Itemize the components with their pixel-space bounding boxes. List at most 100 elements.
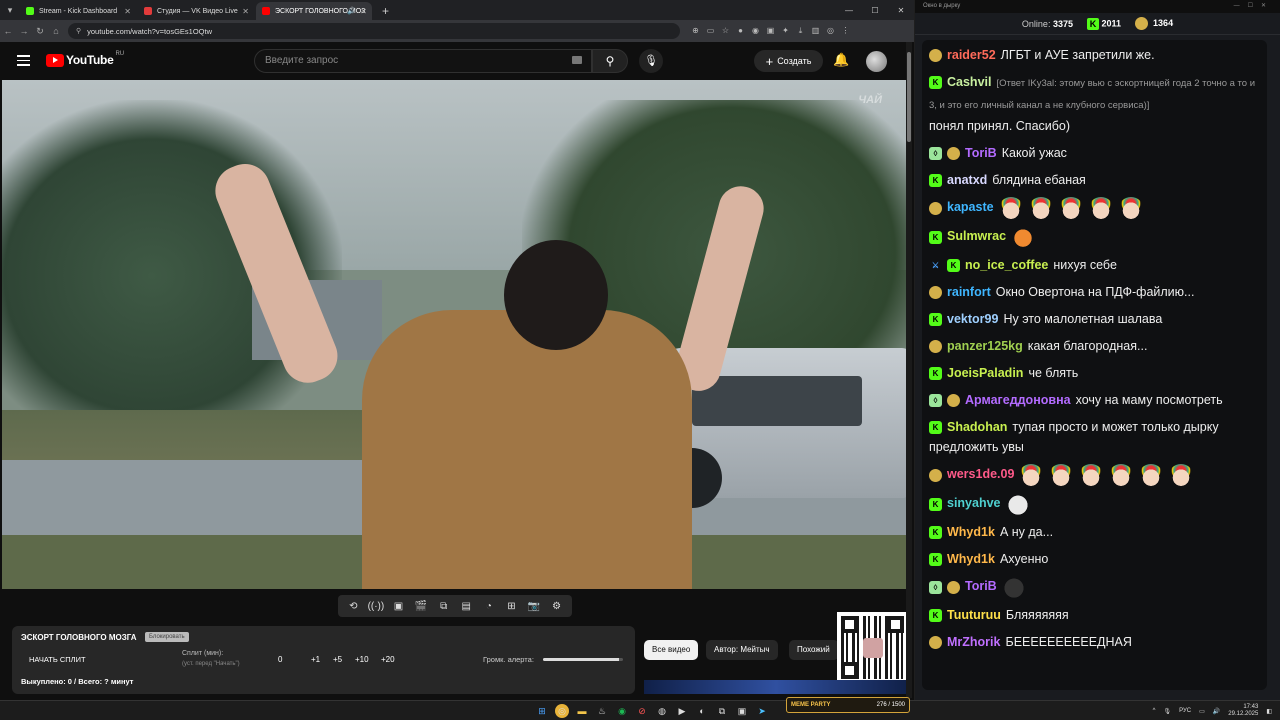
chat-messages[interactable]: raider52 ЛГБТ и АУЕ запретили же. K Cashvil… xyxy=(922,40,1267,690)
block-button[interactable]: Блокировать xyxy=(145,632,189,642)
bookmark-star-icon[interactable]: ☆ xyxy=(718,26,733,36)
tab-search-icon[interactable]: ▾ xyxy=(0,0,20,20)
add-10-button[interactable]: +10 xyxy=(355,655,369,664)
keyboard-icon[interactable] xyxy=(572,56,582,64)
chat-username[interactable]: no_ice_coffee xyxy=(965,258,1048,272)
chip-all-videos[interactable]: Все видео xyxy=(644,640,699,660)
app-icon[interactable]: ▣ xyxy=(735,704,749,718)
chat-username[interactable]: sinyahve xyxy=(947,496,1001,510)
media-player-icon[interactable]: ▶ xyxy=(675,704,689,718)
chat-username[interactable]: JoeisPaladin xyxy=(947,366,1023,380)
new-tab-button[interactable]: + xyxy=(374,2,397,20)
explorer-icon[interactable]: ▬ xyxy=(575,704,589,718)
chat-username[interactable]: Cashvil xyxy=(947,75,991,89)
mic-tray-icon[interactable]: 🎙 xyxy=(1164,708,1172,715)
app-icon[interactable]: ◍ xyxy=(655,704,669,718)
add-1-button[interactable]: +1 xyxy=(311,655,320,664)
settings-gear-icon[interactable]: ⚙ xyxy=(547,601,567,612)
avatar[interactable] xyxy=(866,51,887,72)
extension-icon[interactable]: ◉ xyxy=(748,26,763,36)
chat-username[interactable]: Whyd1k xyxy=(947,525,995,539)
loop-icon[interactable]: ⟲ xyxy=(343,601,363,612)
alert-volume-slider[interactable] xyxy=(543,658,623,661)
chat-username[interactable]: ToriB xyxy=(965,146,997,160)
close-window-icon[interactable]: ✕ xyxy=(888,6,914,15)
address-bar[interactable]: ⚲ youtube.com/watch?v=tosGEs1OQtw xyxy=(68,23,680,39)
steam-icon[interactable]: ♨ xyxy=(595,704,609,718)
maximize-icon[interactable]: ☐ xyxy=(862,6,888,15)
clock[interactable]: 17:43 29.12.2025 xyxy=(1228,704,1258,718)
app-icon[interactable]: ⧉ xyxy=(715,704,729,718)
chat-username[interactable]: Whyd1k xyxy=(947,552,995,566)
broadcast-icon[interactable]: ((·)) xyxy=(366,601,386,612)
extension-icon[interactable]: ● xyxy=(733,26,748,36)
chat-username[interactable]: Sulmwrac xyxy=(947,229,1006,243)
add-20-button[interactable]: +20 xyxy=(381,655,395,664)
reload-icon[interactable]: ↻ xyxy=(32,26,48,37)
minimize-icon[interactable]: — xyxy=(836,6,862,15)
tab-kick-dashboard[interactable]: Stream - Kick Dashboard ✕ xyxy=(20,2,136,20)
chat-username[interactable]: kapaste xyxy=(947,200,994,214)
chat-username[interactable]: Tuuturuu xyxy=(947,608,1001,622)
sidepanel-icon[interactable]: ▥ xyxy=(808,26,823,36)
video-player[interactable]: ЧАЙ xyxy=(2,80,906,589)
home-icon[interactable]: ⌂ xyxy=(48,26,64,36)
tab-vk-studio[interactable]: Студия — VK Видео Live ✕ xyxy=(138,2,254,20)
add-playlist-icon[interactable]: ⊞ xyxy=(501,601,521,612)
download-icon[interactable]: ⤓ xyxy=(793,26,808,36)
tray-arrow-icon[interactable]: ^ xyxy=(1153,708,1156,714)
start-windows-icon[interactable]: ⊞ xyxy=(535,704,549,718)
spotify-icon[interactable]: ◉ xyxy=(615,704,629,718)
notifications-bell-icon[interactable]: 🔔 xyxy=(833,52,849,68)
chat-username[interactable]: anatxd xyxy=(947,173,987,187)
obs-icon[interactable]: ◐ xyxy=(695,704,709,718)
tab-close-icon[interactable]: ✕ xyxy=(242,7,249,16)
add-5-button[interactable]: +5 xyxy=(333,655,342,664)
chip-similar[interactable]: Похожий xyxy=(789,640,839,660)
search-button[interactable]: ⚲ xyxy=(592,49,628,73)
app-icon[interactable]: ⊘ xyxy=(635,704,649,718)
pip-icon[interactable]: ⧉ xyxy=(434,601,454,612)
subtitles-icon[interactable]: ▤ xyxy=(456,601,476,612)
tab-audio-icon[interactable]: 🔊 xyxy=(347,7,356,15)
create-button[interactable]: + Создать xyxy=(754,50,823,72)
chat-username[interactable]: Shadohan xyxy=(947,420,1007,434)
screenshot-icon[interactable]: 📷 xyxy=(524,601,544,612)
voice-search-button[interactable]: 🎙 xyxy=(639,49,663,73)
menu-icon[interactable] xyxy=(17,55,30,69)
page-scrollbar[interactable] xyxy=(906,42,912,698)
notification-icon[interactable]: ◧ xyxy=(1266,708,1272,715)
clapperboard-icon[interactable]: 🎬 xyxy=(411,601,431,612)
cast-icon[interactable]: ▭ xyxy=(703,26,718,36)
chat-username[interactable]: raider52 xyxy=(947,48,996,62)
volume-icon[interactable]: 🔊 xyxy=(1213,708,1220,715)
menu-dots-icon[interactable]: ⋮ xyxy=(838,26,853,36)
network-icon[interactable]: ▭ xyxy=(1199,708,1205,715)
start-split-button[interactable]: НАЧАТЬ СПЛИТ xyxy=(29,655,86,664)
forward-icon[interactable]: → xyxy=(16,26,32,36)
chrome-icon[interactable]: ◎ xyxy=(555,704,569,718)
chat-username[interactable]: Армагеддоновна xyxy=(965,393,1071,407)
meme-party-widget[interactable]: MEME PARTY 276 / 1500 xyxy=(786,697,910,713)
profile-icon[interactable]: ◎ xyxy=(823,26,838,36)
site-info-icon[interactable]: ⚲ xyxy=(76,27,81,35)
search-input[interactable]: Введите запрос xyxy=(254,49,592,73)
speed-icon[interactable]: ◔ xyxy=(479,601,499,612)
youtube-logo[interactable]: YouTube RU xyxy=(46,51,124,67)
split-value[interactable]: 0 xyxy=(278,655,282,664)
back-icon[interactable]: ← xyxy=(0,26,16,36)
tab-youtube-video[interactable]: ЭСКОРТ ГОЛОВНОГО МОЗ 🔊 ✕ xyxy=(256,2,372,20)
zoom-icon[interactable]: ⊕ xyxy=(688,26,703,36)
chat-username[interactable]: vektor99 xyxy=(947,312,998,326)
extension-icon[interactable]: ▣ xyxy=(763,26,778,36)
chip-author[interactable]: Автор: Мейтыч xyxy=(706,640,778,660)
telegram-icon[interactable]: ➤ xyxy=(755,704,769,718)
recommendation-thumbnail[interactable] xyxy=(644,680,908,694)
watch-later-icon[interactable]: ▣ xyxy=(388,601,408,612)
extensions-puzzle-icon[interactable]: ✦ xyxy=(778,26,793,36)
tab-close-icon[interactable]: ✕ xyxy=(124,7,131,16)
tab-close-icon[interactable]: ✕ xyxy=(360,7,367,16)
chat-username[interactable]: MrZhorik xyxy=(947,635,1000,649)
chat-username[interactable]: ToriB xyxy=(965,579,997,593)
chat-window-controls[interactable]: —☐✕ xyxy=(1234,2,1274,9)
